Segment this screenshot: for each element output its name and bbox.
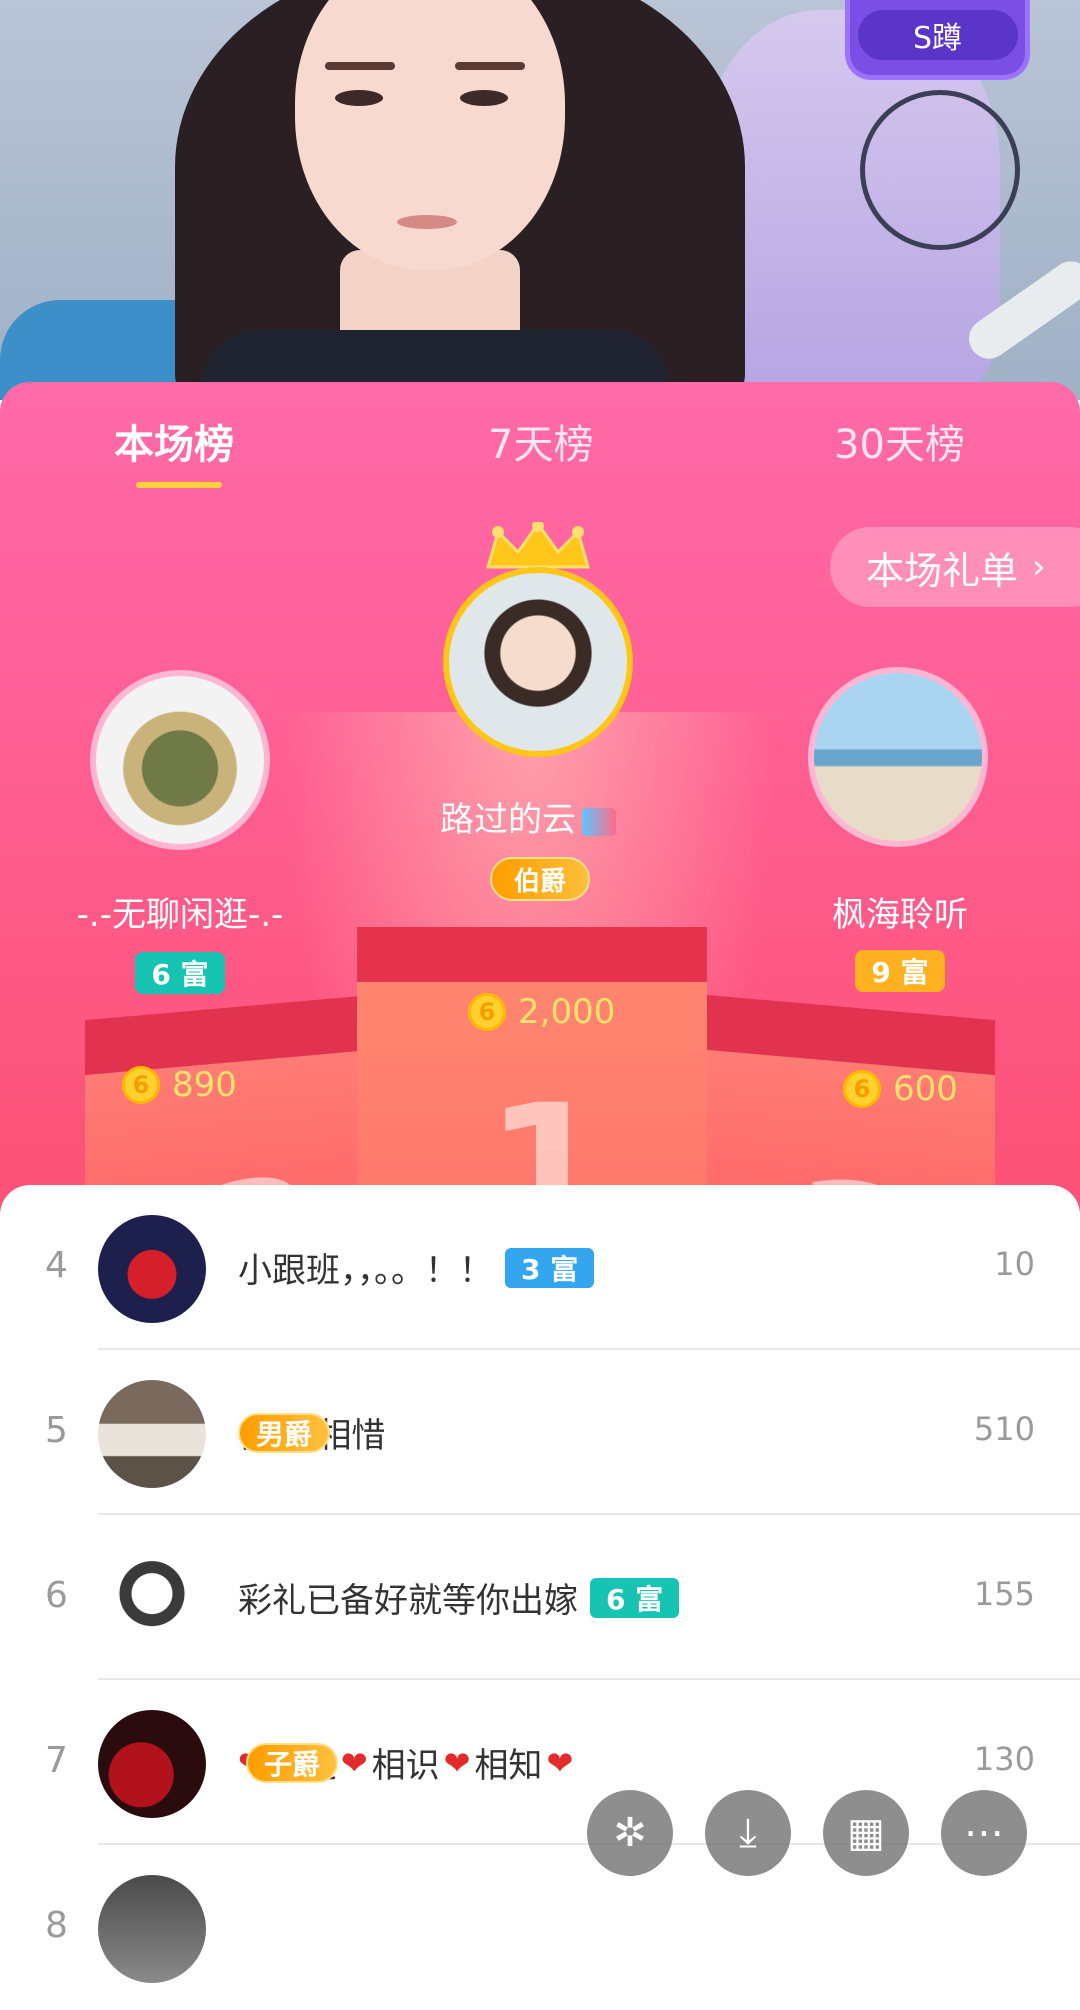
second-place-score-value: 890 [172,1065,237,1105]
third-place-name: 枫海聆听 [832,895,968,935]
streamer-brow [325,62,395,70]
coin-icon: 6 [843,1070,881,1108]
gift-list-button[interactable]: 本场礼单 › [830,527,1080,607]
tab-7-days[interactable]: 7天榜 [488,412,593,470]
contribution-value: 510 [973,1410,1035,1448]
crown-icon [486,522,590,569]
rank-number: 7 [45,1740,68,1781]
tab-bar: 本场榜 7天榜 30天榜 [0,382,1080,512]
level-badge[interactable]: S蹲 [845,0,1030,80]
coin-icon: 6 [122,1066,160,1104]
second-place-level-badge: 6 富 [135,952,225,994]
list-item[interactable]: 7 ❤ 相遇 ❤ 相识 ❤ 相知 ❤ 子爵 130 [0,1680,1080,1845]
list-item[interactable]: 4 小跟班，，。。！！ 3 富 10 [0,1185,1080,1350]
third-place-level-badge: 9 富 [855,950,945,992]
first-place-name-text: 路过的云 [440,800,576,840]
contribution-value: 130 [973,1740,1035,1778]
tab-this-session[interactable]: 本场榜 [114,412,234,470]
flag-icon [582,807,616,836]
third-place-score: 6 600 [843,1069,958,1109]
rank-number: 6 [45,1575,68,1616]
second-place-avatar[interactable] [90,670,270,850]
first-place-name: 路过的云 [440,792,616,841]
wealth-level-badge: 6 富 [590,1577,680,1618]
user-name-text: 彩礼已备好就等你出嫁 [238,1581,578,1621]
video-fan [860,90,1020,250]
third-place-score-value: 600 [893,1069,958,1109]
user-name: 彼此/相惜 男爵 [238,1408,385,1457]
more-icon: ⋯ [964,1810,1004,1856]
pedestal-top [357,927,707,982]
rank-number: 5 [45,1410,68,1451]
rank-number: 8 [45,1905,68,1946]
third-place-avatar[interactable] [808,667,988,847]
rank-number: 4 [45,1245,68,1286]
user-name-text: 小跟班，，。。！！ [238,1251,493,1291]
user-name-text: 相识 [371,1746,440,1786]
contribution-value: 155 [973,1575,1035,1613]
download-button[interactable]: ⤓ [705,1790,791,1876]
first-place-noble-badge: 伯爵 [490,857,590,901]
gift-list-label: 本场礼单 [866,548,1019,593]
contribution-value: 10 [994,1245,1035,1283]
avatar[interactable] [98,1545,206,1653]
avatar[interactable] [98,1380,206,1488]
download-icon: ⤓ [739,1810,757,1856]
streamer-mouth [397,215,457,229]
heart-icon: ❤ [546,1743,574,1782]
level-badge-label: S蹲 [857,9,1018,60]
grid-icon: ▦ [847,1810,885,1856]
first-place-avatar[interactable] [443,567,633,757]
list-item[interactable]: 8 [0,1845,1080,2010]
user-name: 彩礼已备好就等你出嫁 6 富 [238,1573,680,1622]
avatar[interactable] [98,1215,206,1323]
sparkle-icon: ✲ [613,1810,647,1856]
heart-icon: ❤ [340,1743,368,1782]
streamer-eye [335,90,383,106]
chevron-right-icon: › [1032,547,1046,587]
user-name: ❤ 相遇 ❤ 相识 ❤ 相知 ❤ 子爵 [238,1738,573,1787]
sparkle-button[interactable]: ✲ [587,1790,673,1876]
second-place-score: 6 890 [122,1065,237,1105]
noble-badge: 男爵 [238,1412,331,1453]
coin-icon: 6 [468,993,506,1031]
wealth-level-badge: 3 富 [505,1247,595,1288]
noble-badge: 子爵 [246,1742,339,1783]
user-name-text: 相知 [474,1746,543,1786]
list-item[interactable]: 6 彩礼已备好就等你出嫁 6 富 155 [0,1515,1080,1680]
user-name: 小跟班，，。。！！ 3 富 [238,1243,595,1292]
first-place-score: 6 2,000 [468,992,615,1032]
first-place-score-value: 2,000 [518,992,616,1032]
grid-button[interactable]: ▦ [823,1790,909,1876]
more-button[interactable]: ⋯ [941,1790,1027,1876]
avatar[interactable] [98,1875,206,1983]
active-tab-indicator [136,482,222,488]
ranking-list: 4 小跟班，，。。！！ 3 富 10 5 彼此/相惜 男爵 510 6 彩礼已备… [0,1185,1080,1983]
heart-icon: ❤ [443,1743,471,1782]
streamer-brow [455,62,525,70]
streamer-eye [460,90,508,106]
avatar[interactable] [98,1710,206,1818]
second-place-name: -.-无聊闲逛-.- [76,895,284,935]
tab-30-days[interactable]: 30天榜 [834,412,965,470]
list-item[interactable]: 5 彼此/相惜 男爵 510 [0,1350,1080,1515]
